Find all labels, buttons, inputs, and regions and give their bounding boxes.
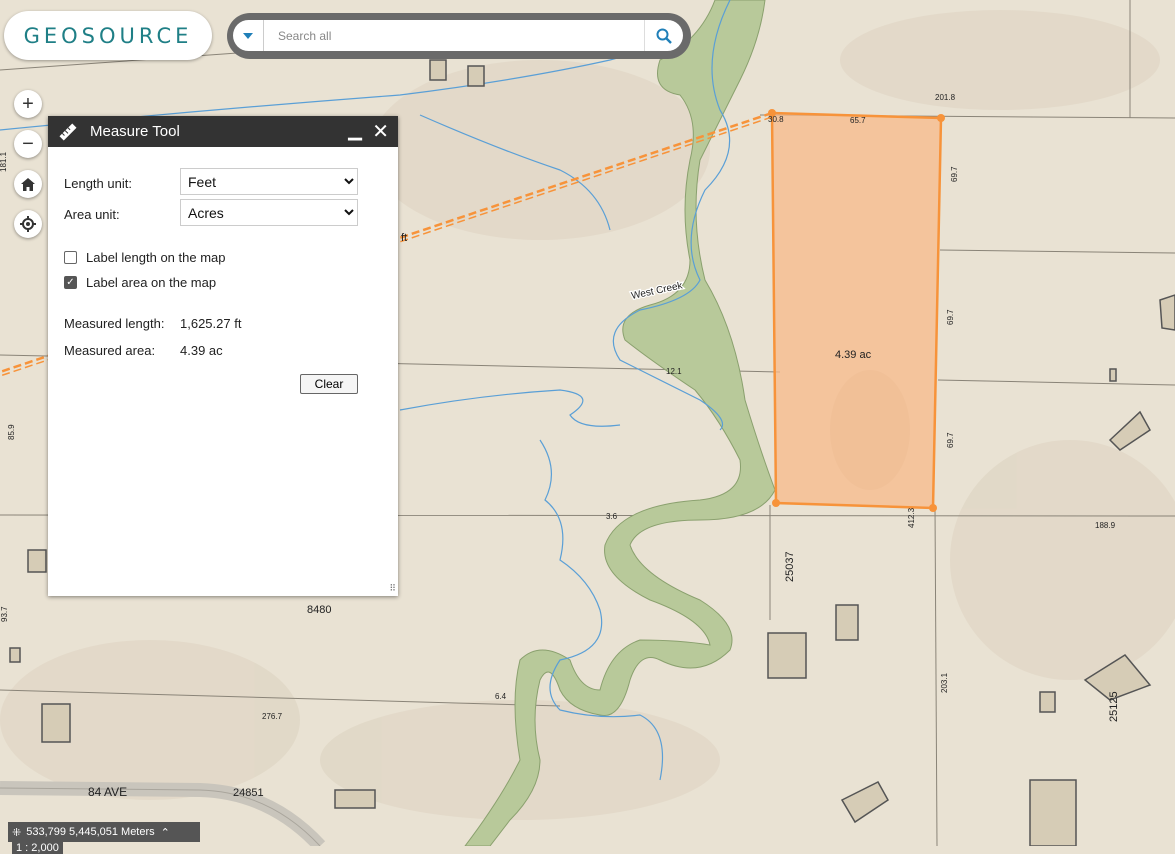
dim-12-1: 12.1 xyxy=(666,367,682,376)
panel-header[interactable]: Measure Tool ▁ ✕ xyxy=(48,116,398,147)
area-unit-select[interactable]: Acres xyxy=(180,199,358,226)
dim-69-7b: 69.7 xyxy=(946,309,955,325)
coordinates-readout: 533,799 5,445,051 Meters xyxy=(26,826,155,838)
dim-6-4: 6.4 xyxy=(495,692,507,701)
locate-button[interactable] xyxy=(14,210,42,238)
locate-icon xyxy=(20,216,36,232)
panel-title: Measure Tool xyxy=(90,123,180,140)
zoom-in-icon: + xyxy=(22,92,34,115)
measure-tool-panel: Measure Tool ▁ ✕ Length unit: Feet Area … xyxy=(48,116,398,596)
area-label: 4.39 ac xyxy=(835,349,872,361)
close-icon[interactable]: ✕ xyxy=(372,119,389,144)
checkbox-unchecked-icon xyxy=(64,251,77,264)
logo-text: GEOSOURCE xyxy=(23,23,193,48)
measured-area-value: 4.39 ac xyxy=(180,343,223,358)
address-8480: 8480 xyxy=(307,604,331,616)
home-button[interactable] xyxy=(14,170,42,198)
dim-69-7c: 69.7 xyxy=(946,432,955,448)
address-25037: 25037 xyxy=(784,551,796,582)
ruler-icon xyxy=(54,123,82,141)
clear-button[interactable]: Clear xyxy=(300,374,358,394)
length-unit-select[interactable]: Feet xyxy=(180,168,358,195)
label-length-text: Label length on the map xyxy=(86,250,226,265)
zoom-out-button[interactable]: − xyxy=(14,130,42,158)
label-length-checkbox[interactable]: Label length on the map xyxy=(64,250,226,265)
dim-201-8: 201.8 xyxy=(935,93,956,102)
search-bar xyxy=(233,20,683,51)
measured-length-label: Measured length: xyxy=(64,316,165,331)
coordinate-bar: ⁜ 533,799 5,445,051 Meters ⌃ xyxy=(8,822,200,842)
dim-188-9: 188.9 xyxy=(1095,521,1116,530)
minimize-icon[interactable]: ▁ xyxy=(348,120,362,141)
dim-69-7a: 69.7 xyxy=(950,166,959,182)
area-unit-label: Area unit: xyxy=(64,207,120,222)
dim-412-3: 412.3 xyxy=(907,507,916,528)
search-button[interactable] xyxy=(644,20,683,51)
crosshair-icon[interactable]: ⁜ xyxy=(12,826,21,839)
address-24851: 24851 xyxy=(233,787,264,799)
dim-vertex: 30.8 xyxy=(768,115,784,124)
label-area-text: Label area on the map xyxy=(86,275,217,290)
dim-85-9: 85.9 xyxy=(7,424,16,440)
label-area-checkbox[interactable]: ✓ Label area on the map xyxy=(64,275,216,290)
measured-area-polygon[interactable] xyxy=(770,111,943,510)
dim-203-1: 203.1 xyxy=(940,672,949,693)
dim-93-7: 93.7 xyxy=(0,606,9,622)
length-unit-label: Length unit: xyxy=(64,176,132,191)
search-input[interactable] xyxy=(264,27,644,44)
address-25125: 25125 xyxy=(1108,691,1120,722)
measured-area-label: Measured area: xyxy=(64,343,156,358)
checkbox-checked-icon: ✓ xyxy=(64,276,77,289)
geosource-logo[interactable]: GEOSOURCE xyxy=(4,11,212,60)
dim-65-7: 65.7 xyxy=(850,116,866,125)
resize-handle-icon[interactable]: ⠿ xyxy=(389,583,396,594)
dim-3-6: 3.6 xyxy=(606,512,618,521)
home-icon xyxy=(21,177,35,191)
zoom-in-button[interactable]: + xyxy=(14,90,42,118)
zoom-out-icon: − xyxy=(22,132,34,155)
dim-181-1: 181.1 xyxy=(0,151,8,172)
dim-276-7: 276.7 xyxy=(262,712,283,721)
line-unit-label: ft xyxy=(401,232,407,244)
chevron-up-icon[interactable]: ⌃ xyxy=(161,826,170,839)
scale-readout: 1 : 2,000 xyxy=(12,842,63,854)
search-icon xyxy=(656,28,672,44)
caret-down-icon xyxy=(243,32,253,39)
measured-length-value: 1,625.27 ft xyxy=(180,316,242,331)
road-label: 84 AVE xyxy=(88,785,127,799)
search-source-dropdown[interactable] xyxy=(233,20,264,51)
